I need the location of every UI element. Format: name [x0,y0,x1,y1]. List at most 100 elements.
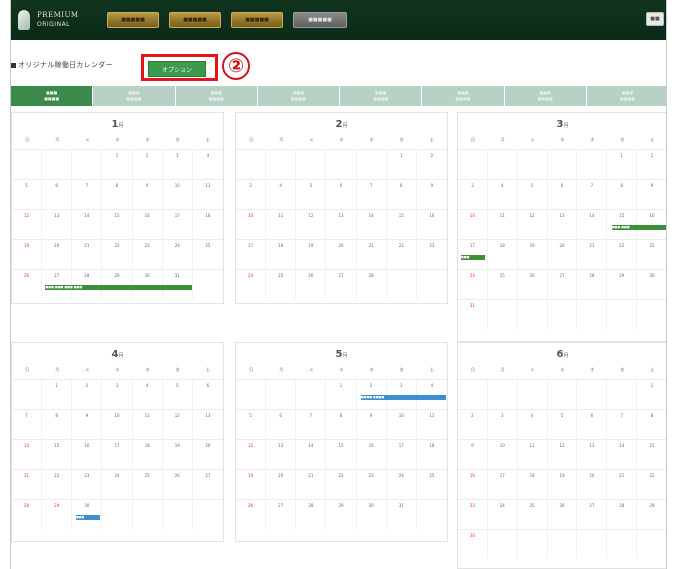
day-cell[interactable]: 23 [458,499,488,529]
day-cell[interactable]: 1 [326,379,357,409]
day-cell[interactable]: 2 [458,409,488,439]
day-cell[interactable]: 12 [517,209,548,239]
day-cell[interactable]: 19 [162,439,193,469]
day-cell[interactable]: 25 [266,269,297,299]
day-cell[interactable]: 9 [416,179,447,209]
day-cell[interactable]: 31 [386,499,417,529]
day-cell[interactable]: 23 [416,239,447,269]
day-cell[interactable]: 5 [236,409,267,439]
day-cell[interactable]: 20 [326,239,357,269]
day-cell[interactable]: 7 [607,409,638,439]
day-cell[interactable]: 26 [236,499,267,529]
day-cell[interactable]: 19 [547,469,578,499]
day-cell[interactable]: 24 [102,469,133,499]
day-cell[interactable]: 6 [266,409,297,439]
day-cell[interactable]: 15 [42,439,73,469]
day-cell[interactable]: 21 [72,239,103,269]
day-cell[interactable]: 26 [517,269,548,299]
day-cell[interactable]: 12 [547,439,578,469]
day-cell[interactable]: 22 [326,469,357,499]
day-cell[interactable]: 8 [637,409,666,439]
day-cell[interactable]: 15 [102,209,133,239]
day-cell[interactable]: 11 [266,209,297,239]
day-cell[interactable]: 7 [356,179,387,209]
day-cell[interactable]: 18 [416,439,447,469]
nav-button-2[interactable]: ■■■■■ [169,12,221,28]
day-cell[interactable]: 12 [296,209,327,239]
day-cell[interactable]: 15 [326,439,357,469]
day-cell[interactable]: 17 [458,239,488,269]
day-cell[interactable]: 10 [236,209,267,239]
day-cell[interactable]: 23 [356,469,387,499]
day-cell[interactable]: 5 [12,179,43,209]
day-cell[interactable]: 28 [356,269,387,299]
day-cell[interactable]: 3 [162,149,193,179]
day-cell[interactable]: 9 [72,409,103,439]
day-cell[interactable]: 11 [192,179,223,209]
day-cell[interactable]: 28 [577,269,608,299]
day-cell[interactable]: 13 [42,209,73,239]
day-cell[interactable]: 25 [192,239,223,269]
day-cell[interactable]: 13 [577,439,608,469]
day-cell[interactable]: 11 [487,209,518,239]
day-cell[interactable]: 23 [637,239,666,269]
day-cell[interactable]: 4 [487,179,518,209]
day-cell[interactable]: 18 [192,209,223,239]
nav-button-4[interactable]: ■■■■■ [293,12,347,28]
day-cell[interactable]: 21 [296,469,327,499]
day-cell[interactable]: 17 [236,239,267,269]
day-cell[interactable]: 20 [42,239,73,269]
tab-4[interactable]: ■■■ ■■■■ [257,86,339,106]
day-cell[interactable]: 30 [72,499,103,529]
day-cell[interactable]: 26 [12,269,43,299]
day-cell[interactable]: 27 [266,499,297,529]
day-cell[interactable]: 3 [102,379,133,409]
day-cell[interactable]: 9 [356,409,387,439]
day-cell[interactable]: 7 [12,409,43,439]
logo[interactable]: PREMIUM ORIGINAL [15,6,93,34]
day-cell[interactable]: 29 [42,499,73,529]
day-cell[interactable]: 22 [637,469,666,499]
day-cell[interactable]: 8 [102,179,133,209]
day-cell[interactable]: 9 [458,439,488,469]
day-cell[interactable]: 25 [132,469,163,499]
nav-button-3[interactable]: ■■■■■ [231,12,283,28]
day-cell[interactable]: 4 [192,149,223,179]
day-cell[interactable]: 26 [296,269,327,299]
day-cell[interactable]: 14 [356,209,387,239]
day-cell[interactable]: 8 [607,179,638,209]
day-cell[interactable]: 19 [517,239,548,269]
day-cell[interactable]: 4 [416,379,447,409]
day-cell[interactable]: 29 [637,499,666,529]
day-cell[interactable]: 24 [458,269,488,299]
day-cell[interactable]: 15 [637,439,666,469]
day-cell[interactable]: 27 [547,269,578,299]
day-cell[interactable]: 9 [637,179,666,209]
day-cell[interactable]: 12 [236,439,267,469]
day-cell[interactable]: 11 [132,409,163,439]
day-cell[interactable]: 28 [12,499,43,529]
tab-5[interactable]: ■■■ ■■■■ [340,86,422,106]
day-cell[interactable]: 23 [72,469,103,499]
day-cell[interactable]: 24 [386,469,417,499]
day-cell[interactable]: 13 [547,209,578,239]
day-cell[interactable]: 13 [266,439,297,469]
day-cell[interactable]: 2 [637,149,666,179]
day-cell[interactable]: 5 [547,409,578,439]
day-cell[interactable]: 13 [192,409,223,439]
day-cell[interactable]: 18 [517,469,548,499]
day-cell[interactable]: 30 [458,529,488,559]
day-cell[interactable]: 1 [386,149,417,179]
day-cell[interactable]: 17 [487,469,518,499]
day-cell[interactable]: 14 [296,439,327,469]
day-cell[interactable]: 28 [296,499,327,529]
day-cell[interactable]: 16 [416,209,447,239]
day-cell[interactable]: 5 [517,179,548,209]
header-right-button[interactable]: ■■ [646,12,664,26]
day-cell[interactable]: 5 [296,179,327,209]
day-cell[interactable]: 22 [42,469,73,499]
tab-2[interactable]: ■■■ ■■■■ [93,86,175,106]
day-cell[interactable]: 2 [72,379,103,409]
day-cell[interactable]: 9 [132,179,163,209]
day-cell[interactable]: 1 [607,149,638,179]
